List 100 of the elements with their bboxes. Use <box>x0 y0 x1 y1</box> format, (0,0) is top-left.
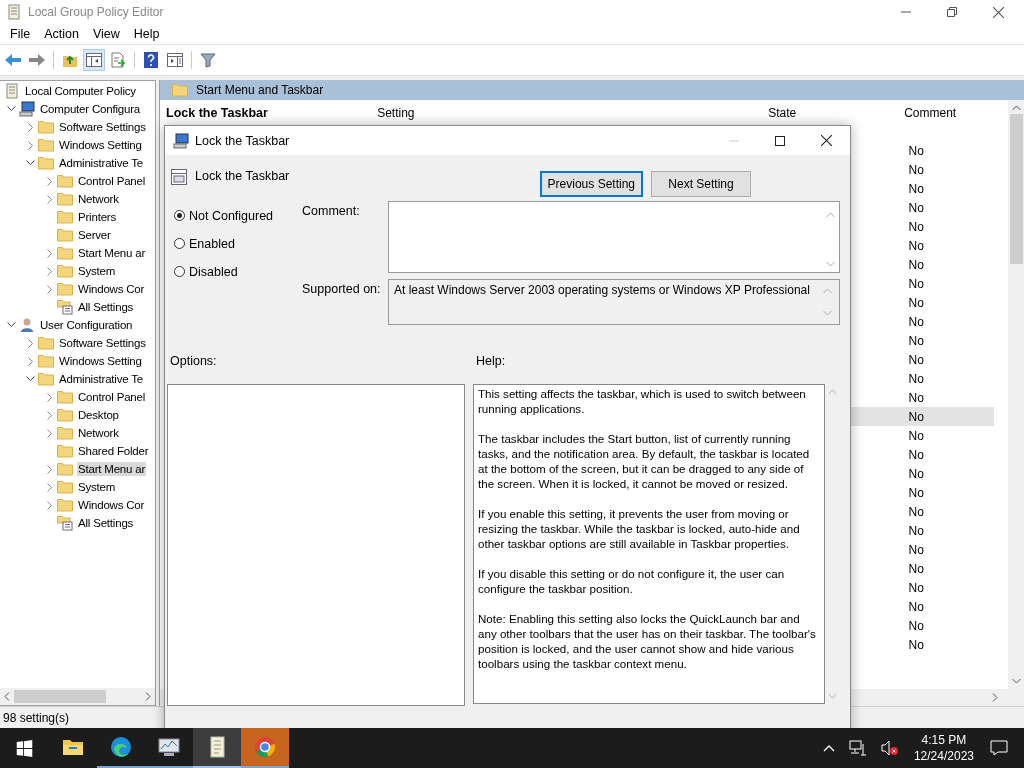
close-icon[interactable] <box>993 6 1004 18</box>
menu-item[interactable]: File <box>4 27 39 41</box>
scrollbar-thumb[interactable] <box>14 690 106 703</box>
tree-item[interactable]: User Configuration <box>39 318 134 332</box>
tree-item[interactable]: System <box>77 264 117 278</box>
tree-item[interactable]: Shared Folder <box>77 444 150 458</box>
chevron-right-icon[interactable] <box>46 266 53 276</box>
chevron-down-icon[interactable] <box>26 160 35 166</box>
scroll-right-icon[interactable] <box>145 692 151 701</box>
tree-item[interactable]: System <box>77 480 117 494</box>
folder-icon <box>57 246 73 260</box>
chevron-down-icon[interactable] <box>7 106 16 112</box>
help-paragraph: Note: Enabling this setting also locks the QuickLaunch bar and any other toolbars that the user has on their taskbar. The toolbar's position is locked, and the user cannot show and hide various toolbars using the taskbar context menu. <box>478 611 817 671</box>
chevron-right-icon[interactable] <box>46 284 53 294</box>
tree-item[interactable]: Software Settings <box>58 120 147 134</box>
chevron-right-icon[interactable] <box>46 194 53 204</box>
taskbar-app[interactable] <box>193 728 241 768</box>
folder-icon <box>57 390 73 404</box>
tree-item[interactable]: Administrative Te <box>58 372 144 386</box>
radio-button[interactable] <box>174 266 185 277</box>
scrollbar-thumb[interactable] <box>1009 114 1023 264</box>
tree-item[interactable]: Windows Setting <box>58 354 143 368</box>
tree-item[interactable]: Administrative Te <box>58 156 144 170</box>
menu-item[interactable]: Help <box>127 27 168 41</box>
tree-item[interactable]: Control Panel <box>77 174 147 188</box>
tree-item[interactable]: Windows Setting <box>58 138 143 152</box>
comment-cell: No <box>908 200 924 215</box>
chevron-right-icon[interactable] <box>46 248 53 258</box>
chevron-right-icon[interactable] <box>46 392 53 402</box>
tree-item[interactable]: Computer Configura <box>39 102 141 116</box>
scroll-up-icon[interactable] <box>1011 105 1021 111</box>
chevron-right-icon[interactable] <box>46 500 53 510</box>
column-header[interactable]: Comment <box>852 106 1009 120</box>
muted-speaker-icon[interactable] <box>880 740 899 756</box>
column-header[interactable]: State <box>712 106 853 120</box>
scroll-left-icon[interactable] <box>4 692 10 701</box>
tree-item[interactable]: Software Settings <box>58 336 147 350</box>
toolbar-button[interactable] <box>83 49 105 71</box>
chevron-down-icon[interactable] <box>26 376 35 382</box>
chevron-up-icon[interactable] <box>822 744 835 752</box>
menu-item[interactable]: Action <box>38 27 87 41</box>
tree-item[interactable]: Network <box>77 426 120 440</box>
menu-item[interactable]: View <box>86 27 128 41</box>
radio-option[interactable]: Not Configured <box>174 206 302 225</box>
tree-item[interactable]: Control Panel <box>77 390 147 404</box>
tree-item[interactable]: Printers <box>77 210 118 224</box>
chevron-right-icon[interactable] <box>27 140 34 150</box>
tree-item[interactable]: Local Computer Policy <box>24 84 137 98</box>
radio-option[interactable]: Enabled <box>174 234 302 253</box>
comment-cell: No <box>908 238 924 253</box>
tree-item[interactable]: Start Menu ar <box>77 246 147 260</box>
windows-start-icon[interactable] <box>16 739 33 757</box>
folder-icon <box>62 738 84 756</box>
comment-cell: No <box>908 181 924 196</box>
help-paragraph: If you enable this setting, it prevents the user from moving or resizing the taskbar. While the taskbar is locked, auto-hide and other taskbar options are still available in Taskbar properties. <box>478 506 801 551</box>
comment-cell: No <box>908 162 924 177</box>
scroll-right-icon[interactable] <box>992 693 998 702</box>
tree-item[interactable]: All Settings <box>77 516 135 530</box>
folder-title: Start Menu and Taskbar <box>196 83 324 97</box>
chevron-right-icon[interactable] <box>27 356 34 366</box>
chrome-browser-icon <box>254 736 276 758</box>
comment-cell: No <box>908 390 924 405</box>
comment-cell: No <box>908 295 924 310</box>
nav-button[interactable]: Next Setting <box>651 171 751 197</box>
comment-cell: No <box>908 466 924 481</box>
column-header[interactable]: Setting <box>363 106 713 120</box>
forward-arrow-icon <box>28 53 46 67</box>
radio-button[interactable] <box>174 210 185 221</box>
nav-button[interactable]: Previous Setting <box>539 171 643 197</box>
chevron-down-icon[interactable] <box>7 322 16 328</box>
setting-title: Lock the Taskbar <box>166 106 268 120</box>
tree-item[interactable]: Server <box>77 228 112 242</box>
chevron-right-icon[interactable] <box>46 482 53 492</box>
close-icon[interactable] <box>821 135 832 146</box>
maximize-icon[interactable] <box>775 135 785 146</box>
notification-icon[interactable] <box>990 740 1008 756</box>
chevron-right-icon[interactable] <box>27 122 34 132</box>
folder-icon <box>57 210 73 224</box>
filter-icon <box>200 52 216 68</box>
tree-item[interactable]: Windows Cor <box>77 498 146 512</box>
tree-item[interactable]: Desktop <box>77 408 120 422</box>
radio-button[interactable] <box>174 238 185 249</box>
chevron-right-icon[interactable] <box>46 428 53 438</box>
chevron-right-icon[interactable] <box>46 176 53 186</box>
comment-cell: No <box>908 371 924 386</box>
network-icon[interactable] <box>848 740 867 756</box>
radio-option[interactable]: Disabled <box>174 262 302 281</box>
chevron-right-icon[interactable] <box>46 410 53 420</box>
folder-icon <box>57 426 73 440</box>
clock-time[interactable]: 4:15 PM <box>921 732 967 748</box>
chevron-right-icon[interactable] <box>46 464 53 474</box>
tree-item[interactable]: Start Menu ar <box>77 462 147 476</box>
clock-date[interactable]: 12/24/2023 <box>913 748 974 764</box>
chevron-right-icon[interactable] <box>27 338 34 348</box>
tree-item[interactable]: Windows Cor <box>77 282 146 296</box>
restore-icon[interactable] <box>947 7 957 17</box>
supported-on-text: At least Windows Server 2003 operating systems or Windows XP Professional <box>394 283 811 299</box>
tree-item[interactable]: Network <box>77 192 120 206</box>
tree-item[interactable]: All Settings <box>77 300 135 314</box>
scroll-down-icon[interactable] <box>1011 678 1021 684</box>
